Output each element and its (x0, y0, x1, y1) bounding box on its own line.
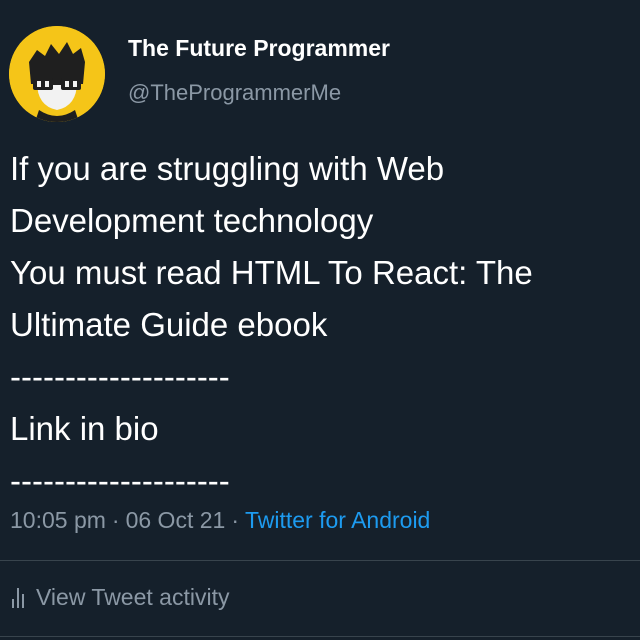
tweet-line: Ultimate Guide ebook (10, 306, 328, 343)
tweet-text: If you are struggling with Web Developme… (10, 143, 635, 507)
tweet-source-link[interactable]: Twitter for Android (245, 507, 430, 533)
author-display-name[interactable]: The Future Programmer (128, 35, 390, 62)
tweet-meta: 10:05 pm · 06 Oct 21 · Twitter for Android (10, 507, 430, 534)
tweet-time[interactable]: 10:05 pm (10, 507, 106, 533)
author-avatar[interactable] (9, 26, 105, 122)
author-handle[interactable]: @TheProgrammerMe (128, 80, 341, 106)
tweet-line: If you are struggling with Web (10, 150, 445, 187)
tweet-line: Development technology (10, 202, 374, 239)
bar-chart-icon (12, 587, 24, 608)
view-tweet-activity-label: View Tweet activity (36, 584, 230, 610)
meta-separator: · (231, 507, 239, 533)
tweet-card: The Future Programmer @TheProgrammerMe I… (0, 0, 640, 640)
tweet-date[interactable]: 06 Oct 21 (126, 507, 226, 533)
divider (0, 560, 640, 561)
tweet-separator-line: -------------------- (10, 358, 230, 395)
cartoon-programmer-avatar-icon (9, 26, 105, 122)
tweet-line: Link in bio (10, 410, 159, 447)
divider (0, 636, 640, 637)
tweet-separator-line: -------------------- (10, 462, 230, 499)
view-tweet-activity-button[interactable]: View Tweet activity (12, 584, 229, 611)
meta-separator: · (111, 507, 120, 533)
tweet-line: You must read HTML To React: The (10, 254, 533, 291)
